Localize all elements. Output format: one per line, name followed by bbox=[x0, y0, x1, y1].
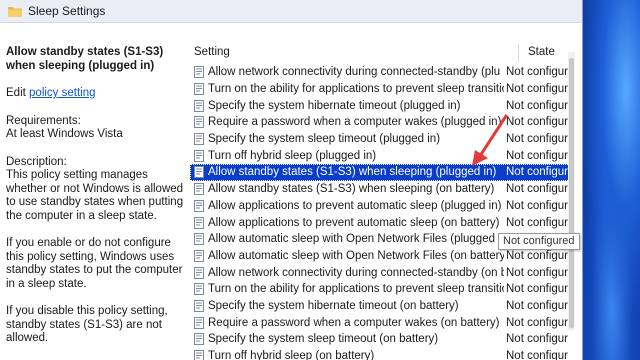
policy-setting-icon bbox=[194, 66, 204, 79]
table-row[interactable]: Turn on the ability for applications to … bbox=[190, 81, 574, 98]
edit-policy-setting-link[interactable]: policy setting bbox=[29, 87, 95, 99]
list-header: Setting State bbox=[190, 44, 574, 62]
requirements-label: Requirements: bbox=[6, 114, 81, 127]
setting-state: Not configur bbox=[506, 66, 569, 79]
policy-title: Allow standby states (S1-S3) when sleepi… bbox=[6, 46, 164, 72]
setting-name: Turn on the ability for applications to … bbox=[208, 283, 504, 296]
edit-prefix: Edit bbox=[6, 87, 26, 99]
policy-setting-icon bbox=[194, 233, 204, 246]
policy-setting-icon bbox=[194, 333, 204, 346]
setting-state: Not configur bbox=[506, 99, 569, 112]
policy-setting-icon bbox=[194, 149, 204, 162]
table-row[interactable]: Allow applications to prevent automatic … bbox=[190, 214, 574, 231]
setting-name: Allow applications to prevent automatic … bbox=[208, 199, 502, 212]
policy-setting-icon bbox=[194, 299, 204, 312]
setting-state: Not configur bbox=[506, 216, 569, 229]
table-row[interactable]: Allow applications to prevent automatic … bbox=[190, 198, 574, 215]
breadcrumb-bar: Sleep Settings bbox=[0, 0, 582, 23]
policy-setting-icon bbox=[194, 99, 204, 112]
setting-state: Not configur bbox=[506, 299, 569, 312]
setting-state: Not configur bbox=[506, 283, 569, 296]
policy-setting-icon bbox=[194, 116, 204, 129]
column-divider[interactable] bbox=[518, 44, 519, 62]
state-tooltip: Not configured bbox=[498, 233, 580, 250]
red-arrow-annotation bbox=[472, 114, 508, 166]
setting-name: Specify the system hibernate timeout (on… bbox=[208, 299, 459, 312]
vertical-scrollbar[interactable] bbox=[568, 52, 575, 330]
column-header-state[interactable]: State bbox=[528, 46, 555, 58]
setting-name: Turn off hybrid sleep (plugged in) bbox=[208, 149, 377, 162]
policy-setting-icon bbox=[194, 199, 204, 212]
table-row[interactable]: Allow network connectivity during connec… bbox=[190, 264, 574, 281]
setting-name: Allow automatic sleep with Open Network … bbox=[208, 233, 504, 246]
table-row[interactable]: Specify the system hibernate timeout (pl… bbox=[190, 97, 574, 114]
setting-name: Allow network connectivity during connec… bbox=[208, 266, 504, 279]
setting-name: Allow applications to prevent automatic … bbox=[208, 216, 500, 229]
requirements-value: At least Windows Vista bbox=[6, 128, 123, 140]
folder-icon bbox=[8, 6, 22, 17]
setting-state: Not configur bbox=[506, 249, 569, 262]
disable-text: If you disable this policy setting, stan… bbox=[6, 305, 168, 344]
setting-state: Not configur bbox=[506, 116, 569, 129]
policy-description-pane: Allow standby states (S1-S3) when sleepi… bbox=[6, 46, 186, 346]
setting-state: Not configur bbox=[506, 166, 569, 179]
policy-setting-icon bbox=[194, 133, 204, 146]
group-policy-editor-window: Sleep Settings Allow standby states (S1-… bbox=[0, 0, 583, 360]
setting-state: Not configur bbox=[506, 183, 569, 196]
folder-title: Sleep Settings bbox=[28, 4, 106, 18]
setting-name: Allow standby states (S1-S3) when sleepi… bbox=[208, 166, 504, 179]
policy-setting-icon bbox=[194, 283, 204, 296]
table-row[interactable]: Allow standby states (S1-S3) when sleepi… bbox=[190, 181, 574, 198]
setting-name: Require a password when a computer wakes… bbox=[208, 116, 502, 129]
description-label: Description: bbox=[6, 155, 67, 168]
policy-setting-icon bbox=[194, 216, 204, 229]
table-row[interactable]: Require a password when a computer wakes… bbox=[190, 314, 574, 331]
scrollbar-thumb[interactable] bbox=[569, 58, 574, 328]
table-row[interactable]: Specify the system sleep timeout (plugge… bbox=[190, 131, 574, 148]
policy-setting-icon bbox=[194, 316, 204, 329]
table-row[interactable]: Turn off hybrid sleep (on battery) Not co… bbox=[190, 348, 574, 360]
table-row[interactable]: Specify the system hibernate timeout (on… bbox=[190, 298, 574, 315]
settings-rows: Allow network connectivity during connec… bbox=[190, 64, 574, 360]
table-row[interactable]: Allow network connectivity during connec… bbox=[190, 64, 574, 81]
policy-setting-icon bbox=[194, 266, 204, 279]
setting-name: Specify the system sleep timeout (on bat… bbox=[208, 333, 439, 346]
edit-line: Edit policy setting bbox=[6, 87, 186, 101]
description-text: This policy setting manages whether or n… bbox=[6, 169, 184, 222]
setting-name: Specify the system sleep timeout (plugge… bbox=[208, 133, 441, 146]
setting-state: Not configur bbox=[506, 149, 569, 162]
table-row[interactable]: Turn off hybrid sleep (plugged in) Not co… bbox=[190, 147, 574, 164]
column-header-setting[interactable]: Setting bbox=[194, 46, 230, 58]
setting-state: Not configur bbox=[506, 133, 569, 146]
policy-setting-icon bbox=[194, 166, 204, 179]
policy-setting-icon bbox=[194, 83, 204, 96]
enable-text: If you enable or do not configure this p… bbox=[6, 237, 183, 290]
setting-name: Allow standby states (S1-S3) when sleepi… bbox=[208, 183, 495, 196]
table-row[interactable]: Allow standby states (S1-S3) when sleepi… bbox=[190, 164, 574, 181]
setting-name: Specify the system hibernate timeout (pl… bbox=[208, 99, 461, 112]
setting-name: Turn off hybrid sleep (on battery) bbox=[208, 350, 375, 360]
table-row[interactable]: Allow automatic sleep with Open Network … bbox=[190, 248, 574, 265]
setting-state: Not configur bbox=[506, 199, 569, 212]
setting-name: Allow network connectivity during connec… bbox=[208, 66, 501, 79]
setting-state: Not configur bbox=[506, 83, 569, 96]
table-row[interactable]: Turn on the ability for applications to … bbox=[190, 281, 574, 298]
table-row[interactable]: Require a password when a computer wakes… bbox=[190, 114, 574, 131]
policy-setting-icon bbox=[194, 350, 204, 360]
settings-list: Setting State Allow network connectivity… bbox=[190, 40, 574, 360]
setting-name: Turn on the ability for applications to … bbox=[208, 83, 504, 96]
setting-name: Allow automatic sleep with Open Network … bbox=[208, 249, 504, 262]
table-row[interactable]: Specify the system sleep timeout (on bat… bbox=[190, 331, 574, 348]
setting-state: Not configur bbox=[506, 266, 569, 279]
setting-state: Not configur bbox=[506, 333, 569, 346]
setting-state: Not configur bbox=[506, 350, 569, 360]
setting-name: Require a password when a computer wakes… bbox=[208, 316, 500, 329]
policy-setting-icon bbox=[194, 183, 204, 196]
policy-setting-icon bbox=[194, 249, 204, 262]
setting-state: Not configur bbox=[506, 316, 569, 329]
